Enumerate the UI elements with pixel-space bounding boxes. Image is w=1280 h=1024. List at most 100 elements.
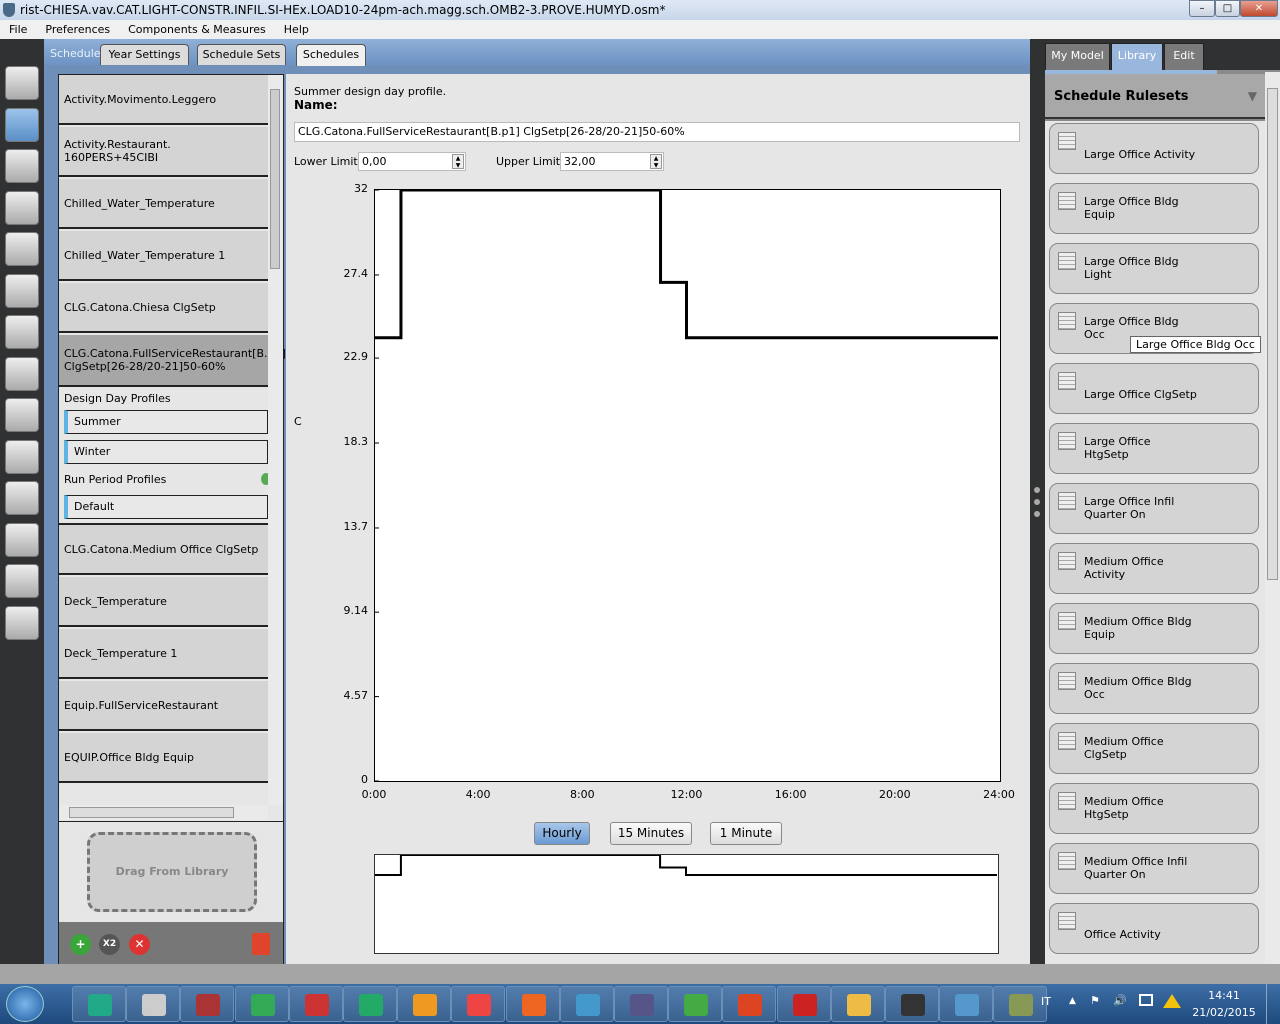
- overview-profile-line[interactable]: [375, 855, 997, 876]
- taskbar-explorer[interactable]: [72, 986, 126, 1022]
- show-desktop-button[interactable]: [1266, 984, 1280, 1024]
- library-item[interactable]: Medium Office HtgSetp: [1049, 783, 1259, 834]
- site-icon[interactable]: [5, 66, 39, 100]
- library-item[interactable]: Medium Office ClgSetp: [1049, 723, 1259, 774]
- lower-limit-input[interactable]: 0,00 ▲ ▼: [358, 152, 466, 171]
- taskbar-autocad-mep[interactable]: [776, 986, 831, 1022]
- library-item[interactable]: Large Office Infil Quarter On: [1049, 483, 1259, 534]
- schedule-chart[interactable]: [374, 189, 1001, 782]
- panel-splitter[interactable]: [1030, 39, 1045, 964]
- library-item[interactable]: Large Office Bldg Light: [1049, 243, 1259, 294]
- hourly-button[interactable]: Hourly: [534, 822, 590, 845]
- schedule-list-item[interactable]: EQUIP.Office Bldg Equip: [59, 733, 268, 783]
- tab-year-settings[interactable]: Year Settings: [100, 44, 189, 65]
- schedule-profile-line[interactable]: [375, 190, 998, 340]
- taskbar-chrome[interactable]: [451, 986, 506, 1022]
- schedule-list-item[interactable]: CLG.Catona.Medium Office ClgSetp: [59, 525, 268, 575]
- scripts-icon[interactable]: [5, 522, 39, 557]
- design-day-summer[interactable]: Summer: [64, 410, 268, 434]
- library-item[interactable]: Office Activity: [1049, 903, 1259, 954]
- menu-components-measures[interactable]: Components & Measures: [128, 23, 266, 36]
- purge-trash-icon[interactable]: [252, 933, 270, 955]
- start-button[interactable]: [6, 986, 44, 1022]
- taskbar-photo-viewer[interactable]: [939, 986, 994, 1022]
- taskbar-openstudio[interactable]: [614, 986, 668, 1022]
- volume-icon[interactable]: 🔊: [1113, 994, 1127, 1007]
- upper-limit-input[interactable]: 32,00 ▲ ▼: [560, 152, 664, 171]
- schedule-list-item[interactable]: Activity.Movimento.Leggero: [59, 75, 268, 125]
- hvac-icon[interactable]: [5, 398, 39, 432]
- name-input[interactable]: CLG.Catona.FullServiceRestaurant[B.p1] C…: [294, 122, 1020, 142]
- network-icon[interactable]: [1139, 994, 1153, 1006]
- schedule-list-item[interactable]: CLG.Catona.Chiesa ClgSetp: [59, 283, 268, 333]
- design-day-winter[interactable]: Winter: [64, 440, 268, 464]
- schedule-list-item[interactable]: Deck_Temperature: [59, 577, 268, 627]
- clock-date[interactable]: 21/02/2015: [1192, 1006, 1256, 1019]
- taskbar-dx[interactable]: [885, 986, 939, 1022]
- taskbar-folder[interactable]: [830, 986, 885, 1022]
- list-scrollbar[interactable]: [268, 75, 283, 805]
- taskbar-excel[interactable]: [343, 986, 397, 1022]
- dropdown-arrow-icon[interactable]: ▼: [1248, 74, 1257, 119]
- results-icon[interactable]: [5, 605, 39, 640]
- schedule-list-item[interactable]: Equip.FullServiceRestaurant: [59, 681, 268, 731]
- tab-library[interactable]: Library: [1111, 43, 1163, 70]
- facility-icon[interactable]: [5, 273, 39, 308]
- schedule-list-item[interactable]: Activity.Restaurant. 160PERS+45CIBI: [59, 127, 268, 177]
- tab-my-model[interactable]: My Model: [1045, 43, 1110, 70]
- library-scrollbar[interactable]: [1265, 72, 1280, 964]
- tab-schedule-sets[interactable]: Schedule Sets: [197, 44, 286, 65]
- taskbar-remote-desktop[interactable]: [234, 986, 289, 1022]
- taskbar-revit-viewer[interactable]: [993, 986, 1048, 1022]
- add-icon[interactable]: +: [70, 934, 91, 955]
- menu-preferences[interactable]: Preferences: [45, 23, 110, 36]
- building-summary-icon[interactable]: [5, 439, 39, 474]
- taskbar-pdf[interactable]: [505, 986, 560, 1022]
- taskbar-powerpoint[interactable]: [722, 986, 777, 1022]
- library-item[interactable]: Large Office HtgSetp: [1049, 423, 1259, 474]
- maximize-button[interactable]: □: [1215, 0, 1240, 17]
- drag-from-library-zone[interactable]: Drag From Library: [87, 832, 257, 912]
- clock-time[interactable]: 14:41: [1196, 989, 1252, 1002]
- close-button[interactable]: ✕: [1240, 0, 1278, 17]
- minimize-button[interactable]: –: [1189, 0, 1215, 17]
- library-item[interactable]: Large Office Bldg Equip: [1049, 183, 1259, 234]
- schedule-list-item[interactable]: Chilled_Water_Temperature 1: [59, 231, 268, 281]
- remove-icon[interactable]: ✕: [129, 934, 150, 955]
- 15-minutes-button[interactable]: 15 Minutes: [610, 822, 692, 845]
- loads-icon[interactable]: [5, 190, 39, 225]
- library-header[interactable]: Schedule Rulesets ▼: [1045, 74, 1265, 119]
- taskbar-paint[interactable]: [397, 986, 452, 1022]
- run-icon[interactable]: [5, 564, 39, 598]
- action-center-flag-icon[interactable]: ⚑: [1090, 994, 1100, 1007]
- taskbar-openstudio-tool[interactable]: [180, 986, 235, 1022]
- schedule-list-item-selected[interactable]: CLG.Catona.FullServiceRestaurant[B.p1] Cl…: [59, 335, 286, 387]
- google-drive-icon[interactable]: [1163, 994, 1181, 1008]
- constructions-icon[interactable]: [5, 149, 39, 183]
- show-hidden-icons[interactable]: ▲: [1069, 996, 1076, 1006]
- spaces-icon[interactable]: [5, 315, 39, 349]
- spinner-icon[interactable]: ▲ ▼: [650, 154, 662, 169]
- schedule-list-item[interactable]: Chilled_Water_Temperature: [59, 179, 268, 229]
- schedule-list-item[interactable]: Deck_Temperature 1: [59, 629, 268, 679]
- copy-icon[interactable]: X2: [99, 934, 120, 955]
- spinner-icon[interactable]: ▲ ▼: [452, 154, 464, 169]
- library-item[interactable]: Medium Office Activity: [1049, 543, 1259, 594]
- library-item[interactable]: Large Office ClgSetp: [1049, 363, 1259, 414]
- space-types-icon[interactable]: [5, 232, 39, 266]
- measures-icon[interactable]: [5, 481, 39, 515]
- library-item[interactable]: Medium Office Infil Quarter On: [1049, 843, 1259, 894]
- library-item[interactable]: Large Office Activity: [1049, 123, 1259, 174]
- 1-minute-button[interactable]: 1 Minute: [710, 822, 782, 845]
- run-period-default[interactable]: Default: [64, 495, 268, 519]
- language-indicator[interactable]: IT: [1041, 995, 1051, 1008]
- thermal-zones-icon[interactable]: [5, 356, 39, 391]
- tab-schedules[interactable]: Schedules: [296, 44, 366, 66]
- library-item[interactable]: Medium Office Bldg Equip: [1049, 603, 1259, 654]
- taskbar-sketchup[interactable]: [559, 986, 614, 1022]
- taskbar-revit[interactable]: [288, 986, 343, 1022]
- taskbar-energyplus[interactable]: [668, 986, 723, 1022]
- library-item[interactable]: Medium Office Bldg Occ: [1049, 663, 1259, 714]
- schedules-icon[interactable]: [5, 107, 39, 142]
- overview-chart[interactable]: [374, 854, 999, 954]
